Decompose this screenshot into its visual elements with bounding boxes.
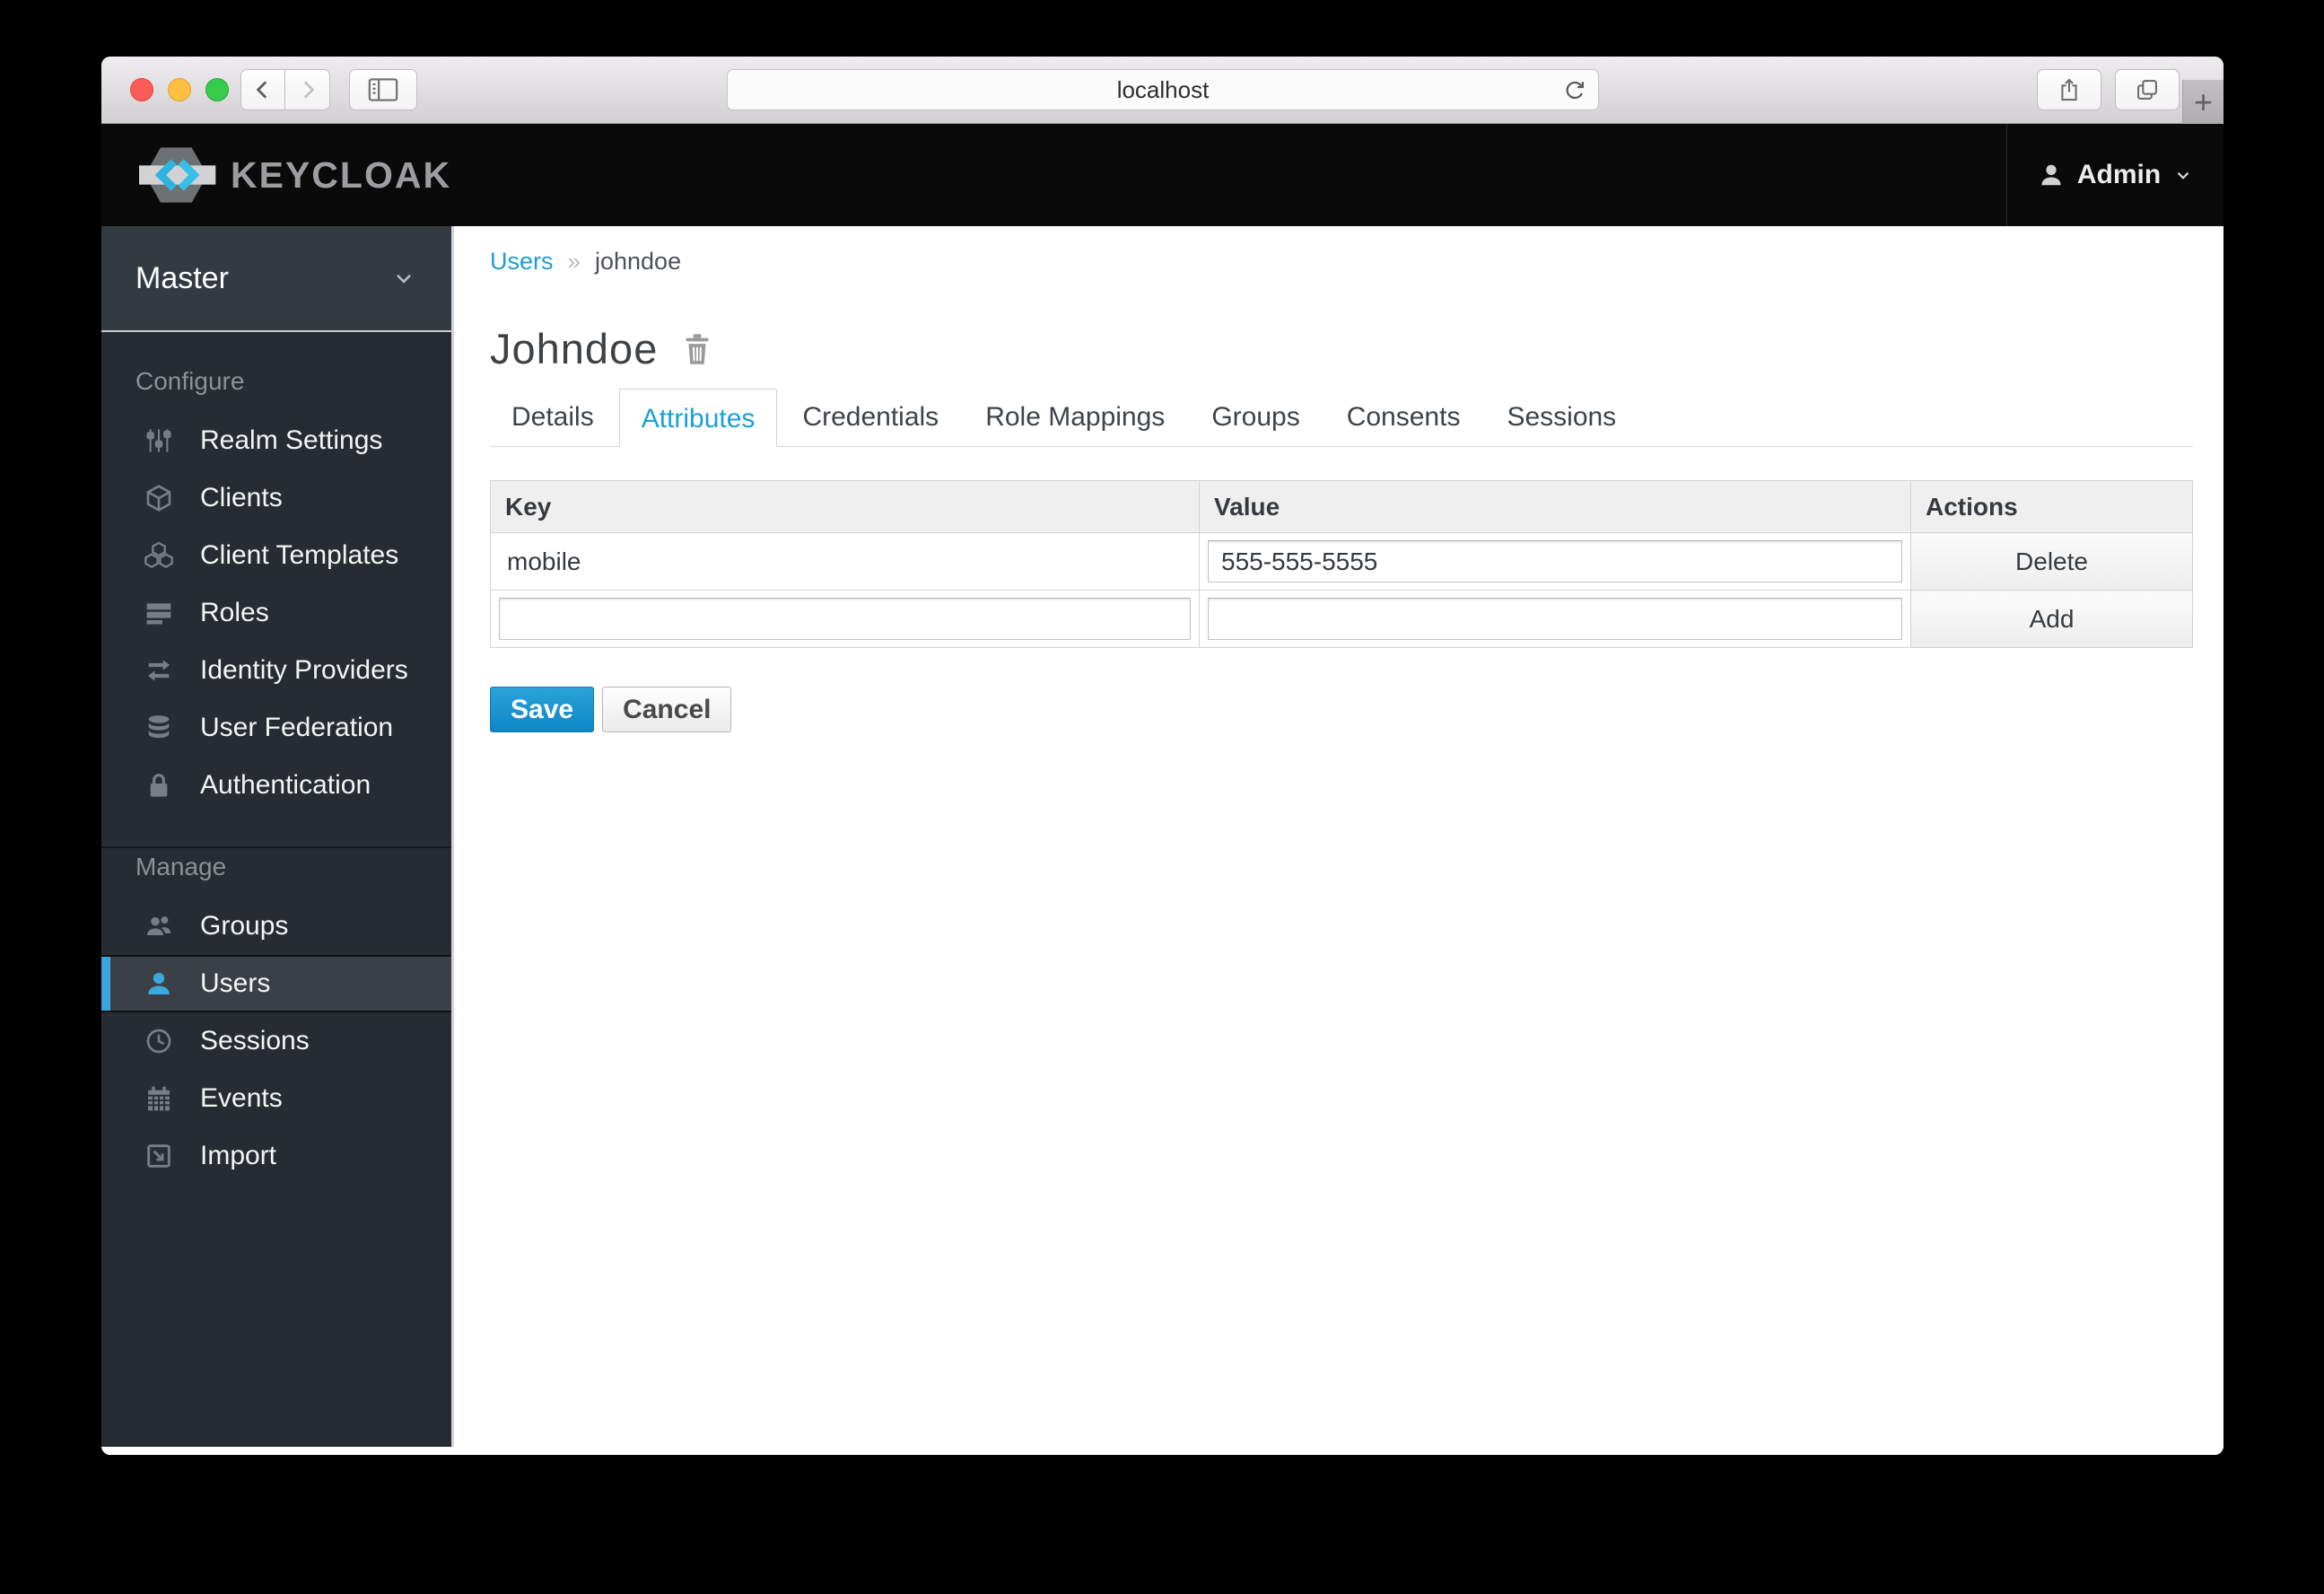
- database-icon: [143, 714, 175, 742]
- realm-selector[interactable]: Master: [101, 226, 451, 332]
- calendar-icon: [143, 1084, 175, 1113]
- new-tab-button[interactable]: +: [2182, 80, 2224, 124]
- sidebar-toggle-icon: [368, 77, 398, 102]
- sidebar-item-user-federation[interactable]: User Federation: [101, 699, 451, 757]
- clock-icon: [143, 1027, 175, 1055]
- add-attribute-button[interactable]: Add: [1910, 590, 2193, 648]
- main-content: Users » johndoe Johndoe Details Attribut…: [454, 226, 2224, 1455]
- keycloak-header: KEYCLOAK Admin: [101, 124, 2224, 226]
- attribute-key-text: mobile: [507, 547, 581, 575]
- share-button[interactable]: [2037, 69, 2101, 110]
- zoom-window-button[interactable]: [205, 78, 229, 101]
- breadcrumb-separator-icon: »: [567, 248, 581, 275]
- table-header-row: Key Value Actions: [490, 480, 2193, 533]
- new-tab-icon: +: [2193, 83, 2214, 120]
- tab-overview-button[interactable]: [2115, 69, 2180, 110]
- sidebar-toggle-button[interactable]: [349, 69, 417, 110]
- keycloak-logo: KEYCLOAK: [135, 143, 451, 207]
- delete-attribute-button[interactable]: Delete: [1910, 532, 2193, 591]
- configure-nav: Realm Settings Clients Client Templates: [101, 412, 451, 814]
- column-header-value: Value: [1199, 480, 1911, 533]
- breadcrumb-users-link[interactable]: Users: [490, 248, 554, 276]
- sidebar-item-identity-providers[interactable]: Identity Providers: [101, 642, 451, 699]
- column-header-key: Key: [490, 480, 1200, 533]
- save-button[interactable]: Save: [490, 687, 595, 732]
- sidebar-item-client-templates[interactable]: Client Templates: [101, 527, 451, 584]
- tabs-overview-icon: [2135, 77, 2160, 102]
- browser-toolbar: localhost +: [101, 57, 2224, 124]
- tab-groups[interactable]: Groups: [1190, 388, 1321, 446]
- app-body: Master Configure Realm Settings Clients …: [101, 226, 2224, 1455]
- sidebar: Master Configure Realm Settings Clients …: [101, 226, 454, 1447]
- new-attribute-key-input[interactable]: [499, 598, 1191, 640]
- keycloak-logo-icon: [135, 143, 229, 207]
- realm-name: Master: [135, 260, 229, 295]
- table-row-new: Add: [490, 590, 2193, 648]
- sidebar-item-clients[interactable]: Clients: [101, 469, 451, 527]
- import-icon: [143, 1142, 175, 1170]
- section-label-configure: Configure: [135, 367, 245, 395]
- tab-attributes[interactable]: Attributes: [618, 389, 778, 447]
- reload-icon[interactable]: [1562, 78, 1587, 103]
- section-label-manage: Manage: [135, 853, 227, 880]
- tab-role-mappings[interactable]: Role Mappings: [964, 388, 1186, 446]
- user-icon: [143, 969, 175, 998]
- chevron-down-icon: [2173, 165, 2193, 185]
- form-buttons: Save Cancel: [490, 687, 2193, 732]
- tab-credentials[interactable]: Credentials: [781, 388, 960, 446]
- breadcrumb: Users » johndoe: [490, 248, 2193, 276]
- lock-icon: [143, 771, 175, 800]
- manage-nav: Groups Users Sessions Events Import: [101, 898, 451, 1185]
- column-header-actions: Actions: [1910, 480, 2193, 533]
- sidebar-item-roles[interactable]: Roles: [101, 584, 451, 642]
- admin-user-menu[interactable]: Admin: [2006, 124, 2224, 226]
- user-icon: [2038, 162, 2065, 188]
- table-row: mobile Delete: [490, 532, 2193, 591]
- tab-details[interactable]: Details: [490, 388, 616, 446]
- attributes-table: Key Value Actions mobile Delete Add: [490, 480, 2193, 648]
- admin-user-label: Admin: [2076, 160, 2162, 189]
- forward-button[interactable]: [285, 69, 330, 110]
- sidebar-item-sessions[interactable]: Sessions: [101, 1012, 451, 1070]
- new-attribute-value-input[interactable]: [1208, 598, 1902, 640]
- attribute-value-input[interactable]: [1208, 540, 1902, 582]
- minimize-window-button[interactable]: [168, 78, 191, 101]
- cancel-button[interactable]: Cancel: [602, 687, 732, 732]
- address-bar[interactable]: localhost: [727, 69, 1599, 110]
- section-divider: [101, 846, 451, 848]
- tab-bar: Details Attributes Credentials Role Mapp…: [490, 388, 2193, 447]
- sidebar-item-groups[interactable]: Groups: [101, 898, 451, 955]
- sidebar-item-authentication[interactable]: Authentication: [101, 757, 451, 814]
- trash-icon[interactable]: [681, 332, 713, 366]
- tab-sessions[interactable]: Sessions: [1485, 388, 1638, 446]
- tab-consents[interactable]: Consents: [1325, 388, 1482, 446]
- close-window-button[interactable]: [130, 78, 153, 101]
- sliders-icon: [143, 426, 175, 455]
- sidebar-item-users[interactable]: Users: [101, 955, 451, 1012]
- exchange-icon: [143, 656, 175, 685]
- forward-icon: [296, 78, 319, 101]
- browser-window: localhost + KEYCLOAK Admin Master Config…: [101, 57, 2224, 1455]
- cube-icon: [143, 484, 175, 512]
- back-button[interactable]: [240, 69, 285, 110]
- list-icon: [143, 599, 175, 627]
- group-icon: [143, 912, 175, 941]
- back-icon: [251, 78, 275, 101]
- sidebar-item-realm-settings[interactable]: Realm Settings: [101, 412, 451, 469]
- sidebar-item-import[interactable]: Import: [101, 1127, 451, 1185]
- breadcrumb-current: johndoe: [594, 248, 682, 275]
- cubes-icon: [143, 541, 175, 570]
- address-bar-url: localhost: [1116, 75, 1210, 103]
- share-icon: [2057, 76, 2082, 103]
- page-title: Johndoe: [490, 325, 659, 372]
- sidebar-item-events[interactable]: Events: [101, 1070, 451, 1127]
- brand-text: KEYCLOAK: [231, 153, 452, 196]
- chevron-down-icon: [392, 267, 415, 290]
